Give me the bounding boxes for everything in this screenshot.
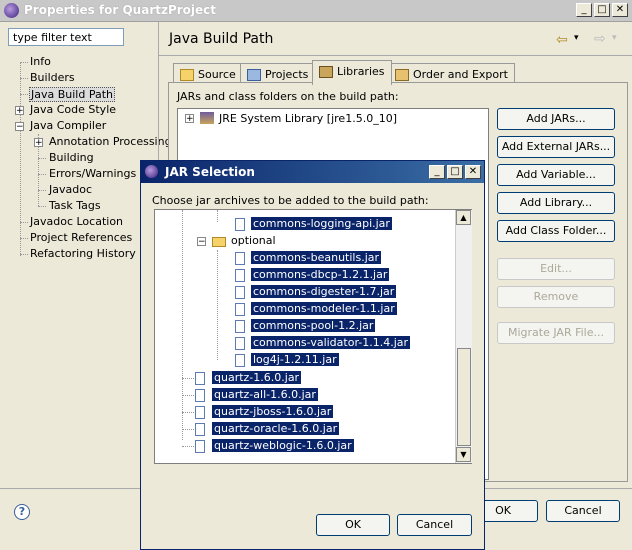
window-title: Properties for QuartzProject [24,3,217,17]
jar-selection-dialog: JAR Selection _ □ ✕ Choose jar archives … [140,160,485,550]
eclipse-icon [4,3,19,18]
jar-file-icon [235,286,245,299]
collapse-optional-folder[interactable]: − [197,237,206,247]
nav-item-project-references[interactable]: Project References [30,231,132,244]
scroll-down-arrow-icon[interactable]: ▼ [456,447,471,462]
add-jars-button[interactable]: Add JARs... [497,108,615,130]
jar-file-icon [235,252,245,265]
libraries-section-label: JARs and class folders on the build path… [177,90,399,103]
filter-placeholder: type filter text [13,31,92,44]
library-item[interactable]: JRE System Library [jre1.5.0_10] [219,112,397,125]
minimize-button[interactable]: _ [576,3,592,17]
nav-item-refactoring-history[interactable]: Refactoring History [30,247,136,260]
add-class-folder-button[interactable]: Add Class Folder... [497,220,615,242]
jar-file-icon [195,389,205,402]
window-title-bar: Properties for QuartzProject _ □ ✕ [0,0,632,22]
jar-file-icon [235,303,245,316]
vertical-scrollbar[interactable]: ▲ ▼ [455,210,472,463]
collapse-java-compiler[interactable]: − [15,122,24,132]
nav-item-javadoc-location[interactable]: Javadoc Location [30,215,123,228]
scroll-thumb[interactable] [457,348,471,446]
jar-file-icon [195,440,205,453]
jar-file-icon [235,354,245,367]
close-button[interactable]: ✕ [612,3,628,17]
folder-icon [212,237,226,247]
jar-tree[interactable]: commons-logging-api.jar − optional commo… [154,209,472,464]
add-library-button[interactable]: Add Library... [497,192,615,214]
expand-annotation-processing[interactable]: + [34,138,43,148]
jar-file-icon [235,218,245,231]
dialog-minimize-button[interactable]: _ [429,165,445,179]
nav-item-java-code-style[interactable]: Java Code Style [30,103,116,116]
expand-java-code-style[interactable]: + [15,106,24,116]
back-menu-icon[interactable]: ▾ [574,33,579,43]
dialog-cancel-button[interactable]: Cancel [397,514,472,536]
nav-item-java-compiler[interactable]: Java Compiler [30,119,106,132]
nav-item-javadoc[interactable]: Javadoc [49,183,92,196]
jar-file-icon [195,372,205,385]
nav-item-builders[interactable]: Builders [30,71,75,84]
dialog-eclipse-icon [145,165,158,178]
nav-item-info[interactable]: Info [30,55,51,68]
libraries-icon [319,66,333,78]
add-variable-button[interactable]: Add Variable... [497,164,615,186]
jar-file-icon [195,406,205,419]
remove-button[interactable]: Remove [497,286,615,308]
expand-jre-library[interactable]: + [185,114,194,124]
nav-item-building[interactable]: Building [49,151,94,164]
back-arrow-icon[interactable]: ⇦ [556,32,568,48]
add-external-jars-button[interactable]: Add External JARs... [497,136,615,158]
tab-libraries[interactable]: Libraries [312,60,392,85]
library-icon [200,112,214,124]
help-icon[interactable]: ? [14,504,30,520]
nav-item-task-tags[interactable]: Task Tags [49,199,101,212]
projects-icon [247,69,261,81]
dialog-ok-button[interactable]: OK [316,514,390,536]
filter-input[interactable]: type filter text [8,28,124,46]
maximize-button[interactable]: □ [594,3,610,17]
scroll-up-arrow-icon[interactable]: ▲ [456,210,471,225]
dialog-close-button[interactable]: ✕ [465,165,481,179]
dialog-prompt: Choose jar archives to be added to the b… [152,194,429,207]
nav-item-annotation-processing[interactable]: Annotation Processing [49,135,172,148]
dialog-title: JAR Selection [165,165,255,179]
migrate-jar-button[interactable]: Migrate JAR File... [497,322,615,344]
order-export-icon [395,69,409,81]
nav-item-java-build-path[interactable]: Java Build Path [29,87,116,102]
jar-file-icon [195,423,205,436]
forward-arrow-icon[interactable]: ⇨ [594,31,606,47]
folder-optional[interactable]: optional [231,234,276,247]
nav-item-errors-warnings[interactable]: Errors/Warnings [49,167,136,180]
jar-file-icon [235,320,245,333]
cancel-button[interactable]: Cancel [546,500,620,522]
page-title: Java Build Path [169,31,274,47]
forward-menu-icon[interactable]: ▾ [612,33,617,43]
jar-file-icon [235,337,245,350]
dialog-maximize-button[interactable]: □ [447,165,463,179]
dialog-title-bar: JAR Selection _ □ ✕ [141,161,484,183]
jar-file-icon [235,269,245,282]
edit-button[interactable]: Edit... [497,258,615,280]
source-folder-icon [180,69,194,81]
